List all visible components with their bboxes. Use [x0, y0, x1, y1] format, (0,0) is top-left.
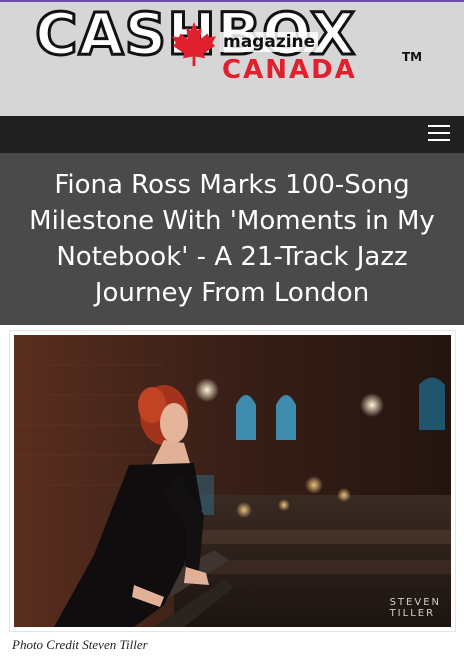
cashbox-canada-logo[interactable]: CASHBOX magazine CANADA TM	[0, 2, 464, 118]
article-photo-frame: STEVEN TILLER	[9, 330, 456, 632]
watermark-line-1: STEVEN	[389, 597, 441, 608]
maple-leaf-icon	[171, 21, 217, 67]
logo-magazine-label: magazine	[220, 32, 319, 52]
logo-canada-label: CANADA	[222, 55, 357, 85]
article-photo: STEVEN TILLER	[14, 335, 451, 627]
watermark-line-2: TILLER	[389, 608, 436, 619]
trademark-symbol: TM	[402, 50, 423, 64]
article-title: Fiona Ross Marks 100-Song Milestone With…	[29, 170, 435, 308]
photo-artwork	[14, 335, 451, 627]
hamburger-menu-icon[interactable]	[428, 125, 450, 143]
article-title-banner: Fiona Ross Marks 100-Song Milestone With…	[0, 153, 464, 325]
photo-credit-caption: Photo Credit Steven Tiller	[12, 637, 148, 652]
navigation-bar	[0, 116, 464, 153]
photographer-watermark: STEVEN TILLER	[390, 597, 441, 619]
site-header: CASHBOX magazine CANADA TM	[0, 0, 464, 116]
